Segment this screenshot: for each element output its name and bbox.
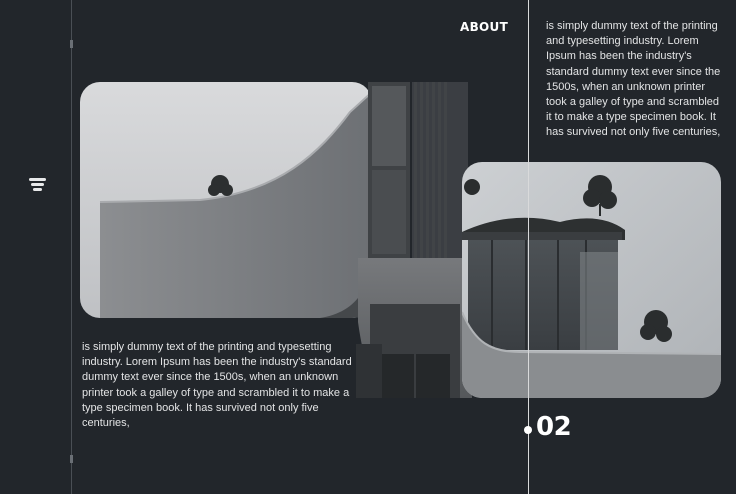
hamburger-menu-icon[interactable] (28, 178, 46, 196)
slide-number: 02 (536, 412, 572, 442)
about-heading: ABOUT (460, 20, 509, 34)
slide-indicator-dot (524, 426, 532, 434)
divider-tick (70, 455, 73, 463)
center-divider-line (528, 0, 529, 494)
divider-tick (70, 40, 73, 48)
left-divider-line (70, 0, 73, 494)
intro-paragraph: is simply dummy text of the printing and… (82, 341, 352, 430)
